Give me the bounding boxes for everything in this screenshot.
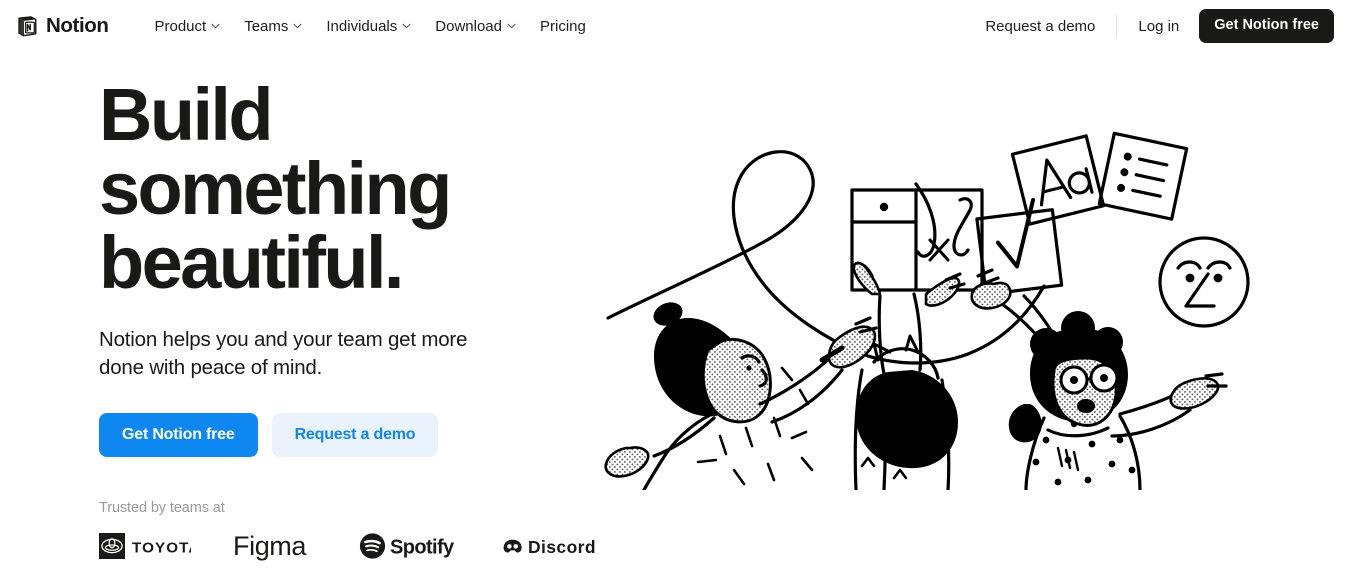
notion-logo-home-link[interactable]: Notion bbox=[16, 15, 109, 38]
figma-logo: Figma bbox=[233, 530, 317, 562]
svg-text:Spotify: Spotify bbox=[390, 537, 455, 559]
svg-text:Discord: Discord bbox=[528, 538, 596, 558]
nav-label-pricing: Pricing bbox=[540, 17, 586, 35]
hero-subheadline: Notion helps you and your team get more … bbox=[99, 328, 468, 379]
get-notion-free-header-button[interactable]: Get Notion free bbox=[1199, 9, 1334, 43]
nav-label-product: Product bbox=[154, 17, 207, 35]
nav-label-teams: Teams bbox=[244, 17, 289, 35]
svg-text:TOYOTA: TOYOTA bbox=[132, 540, 191, 557]
page-title: Build something beautiful. bbox=[99, 73, 452, 304]
site-header: Notion Product Teams Individuals Downloa… bbox=[0, 0, 1348, 52]
hero-cta-row: Get Notion free Request a demo bbox=[99, 413, 619, 458]
request-demo-button[interactable]: Request a demo bbox=[271, 413, 439, 458]
nav-item-product[interactable]: Product bbox=[143, 12, 233, 41]
brand-name: Notion bbox=[46, 13, 109, 37]
svg-text:Figma: Figma bbox=[233, 531, 307, 561]
main-navigation: Product Teams Individuals Download Prici… bbox=[143, 12, 598, 41]
hero-content: Build something beautiful. Notion helps … bbox=[99, 78, 619, 562]
chevron-down-icon bbox=[293, 23, 302, 29]
spotify-logo: Spotify bbox=[359, 532, 459, 560]
customer-logo-row: TOYOTA Figma Spotify bbox=[99, 530, 619, 562]
request-demo-link[interactable]: Request a demo bbox=[973, 12, 1107, 41]
trusted-by-label: Trusted by teams at bbox=[99, 500, 225, 517]
nav-item-download[interactable]: Download bbox=[423, 12, 528, 41]
notion-landing-page: Notion Product Teams Individuals Downloa… bbox=[0, 0, 1348, 577]
nav-label-individuals: Individuals bbox=[326, 17, 398, 35]
nav-label-download: Download bbox=[435, 17, 502, 35]
chevron-down-icon bbox=[507, 23, 516, 29]
nav-item-individuals[interactable]: Individuals bbox=[314, 12, 423, 41]
discord-logo: Discord bbox=[501, 533, 607, 559]
get-notion-free-button[interactable]: Get Notion free bbox=[99, 413, 258, 458]
nav-item-teams[interactable]: Teams bbox=[232, 12, 314, 41]
hero-illustration-three-people-building bbox=[596, 118, 1276, 490]
toyota-logo: TOYOTA bbox=[99, 533, 191, 560]
chevron-down-icon bbox=[402, 23, 411, 29]
notion-notebook-logo-icon bbox=[16, 15, 39, 38]
header-divider bbox=[1116, 15, 1118, 37]
chevron-down-icon bbox=[211, 23, 220, 29]
login-link[interactable]: Log in bbox=[1126, 12, 1191, 41]
header-actions: Request a demo Log in Get Notion free bbox=[973, 9, 1334, 43]
nav-item-pricing[interactable]: Pricing bbox=[528, 12, 598, 41]
